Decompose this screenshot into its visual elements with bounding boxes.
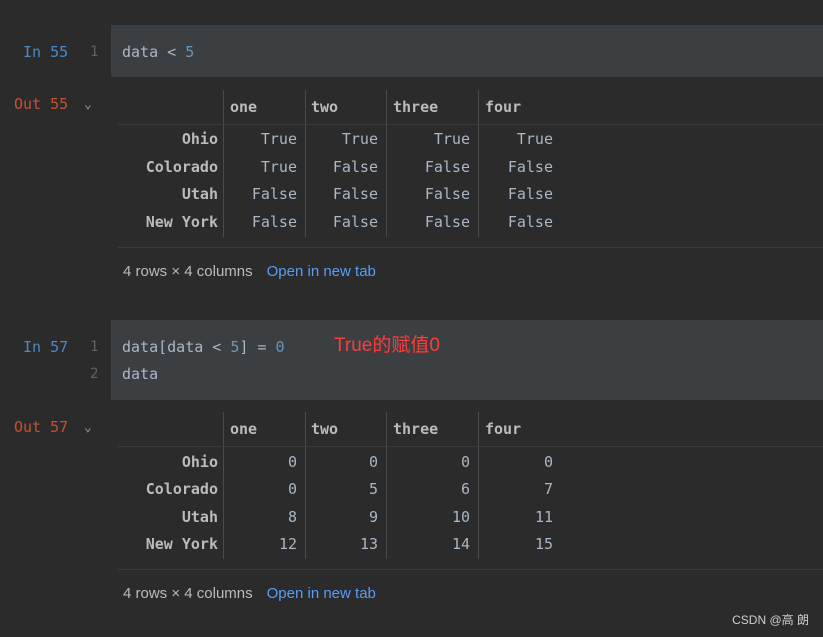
watermark: CSDN @高 朗 — [732, 613, 809, 627]
table-cell: 15 — [534, 535, 553, 553]
table-bottom-divider — [118, 569, 823, 570]
out-prompt: Out 57 — [14, 418, 69, 436]
open-in-new-tab-link[interactable]: Open in new tab — [267, 263, 376, 280]
code-cell-editor[interactable] — [111, 25, 823, 77]
row-index: Colorado — [145, 158, 218, 176]
table-cell: 9 — [368, 508, 378, 526]
in-prompt: In 57 — [23, 338, 69, 356]
table-cell: False — [424, 185, 470, 203]
code-line[interactable]: data[data < 5] = 0 — [122, 338, 285, 356]
shape-label: 4 rows × 4 columns — [123, 263, 253, 280]
row-index: Utah — [181, 185, 218, 203]
header-divider — [118, 446, 823, 447]
table-footer: 4 rows × 4 columns Open in new tab — [123, 263, 376, 280]
table-row: Utah False False False False — [0, 185, 823, 209]
table-cell: 0 — [460, 453, 470, 471]
open-in-new-tab-link[interactable]: Open in new tab — [267, 585, 376, 602]
column-header[interactable]: three — [393, 420, 438, 438]
table-cell: 0 — [543, 453, 553, 471]
red-annotation: True的赋值0 — [334, 335, 440, 356]
table-bottom-divider — [118, 247, 823, 248]
table-cell: 6 — [460, 480, 470, 498]
code-cell-editor[interactable] — [111, 320, 823, 400]
table-row: New York False False False False — [0, 213, 823, 237]
table-cell: False — [424, 213, 470, 231]
table-cell: False — [332, 158, 378, 176]
line-number: 1 — [90, 339, 99, 355]
chevron-down-icon[interactable]: ⌄ — [84, 97, 92, 112]
code-line[interactable]: data < 5 — [122, 43, 194, 61]
table-cell: False — [424, 158, 470, 176]
table-cell: True — [341, 130, 378, 148]
table-row: Ohio 0 0 0 0 — [0, 453, 823, 477]
shape-label: 4 rows × 4 columns — [123, 585, 253, 602]
table-cell: 0 — [287, 480, 297, 498]
in-prompt: In 55 — [23, 43, 69, 61]
row-index: New York — [145, 535, 218, 553]
code-text: data < — [122, 43, 186, 61]
code-number: 5 — [185, 43, 195, 61]
code-line[interactable]: data — [122, 365, 158, 383]
column-header[interactable]: one — [230, 98, 257, 116]
table-row: Ohio True True True True — [0, 130, 823, 154]
table-cell: True — [260, 158, 297, 176]
table-cell: 7 — [543, 480, 553, 498]
table-cell: 11 — [534, 508, 553, 526]
table-cell: 8 — [287, 508, 297, 526]
table-row: Colorado 0 5 6 7 — [0, 480, 823, 504]
table-cell: False — [251, 213, 297, 231]
table-cell: 10 — [451, 508, 470, 526]
table-cell: 0 — [287, 453, 297, 471]
table-cell: True — [433, 130, 470, 148]
table-cell: 14 — [451, 535, 470, 553]
table-cell: True — [260, 130, 297, 148]
row-index: Utah — [181, 508, 218, 526]
table-row: New York 12 13 14 15 — [0, 535, 823, 559]
column-header[interactable]: three — [393, 98, 438, 116]
column-header[interactable]: two — [311, 98, 338, 116]
table-cell: False — [332, 185, 378, 203]
table-cell: False — [507, 158, 553, 176]
column-header[interactable]: four — [485, 420, 521, 438]
row-index: Ohio — [181, 453, 218, 471]
table-cell: 5 — [368, 480, 378, 498]
code-text: data[data < — [122, 338, 231, 356]
column-header[interactable]: one — [230, 420, 257, 438]
column-header[interactable]: two — [311, 420, 338, 438]
table-cell: 12 — [278, 535, 297, 553]
code-text: data — [122, 365, 159, 383]
table-cell: True — [516, 130, 553, 148]
column-header[interactable]: four — [485, 98, 521, 116]
table-cell: False — [507, 185, 553, 203]
row-index: Colorado — [145, 480, 218, 498]
table-cell: 0 — [368, 453, 378, 471]
chevron-down-icon[interactable]: ⌄ — [84, 420, 92, 435]
row-index: Ohio — [181, 130, 218, 148]
line-number: 2 — [90, 366, 99, 382]
row-index: New York — [145, 213, 218, 231]
table-cell: False — [251, 185, 297, 203]
line-number: 1 — [90, 44, 99, 60]
header-divider — [118, 124, 823, 125]
table-cell: False — [332, 213, 378, 231]
table-row: Utah 8 9 10 11 — [0, 508, 823, 532]
table-cell: False — [507, 213, 553, 231]
table-footer: 4 rows × 4 columns Open in new tab — [123, 585, 376, 602]
code-text: ] = — [239, 338, 276, 356]
table-cell: 13 — [359, 535, 378, 553]
code-number: 0 — [275, 338, 285, 356]
out-prompt: Out 55 — [14, 95, 69, 113]
table-row: Colorado True False False False — [0, 158, 823, 182]
